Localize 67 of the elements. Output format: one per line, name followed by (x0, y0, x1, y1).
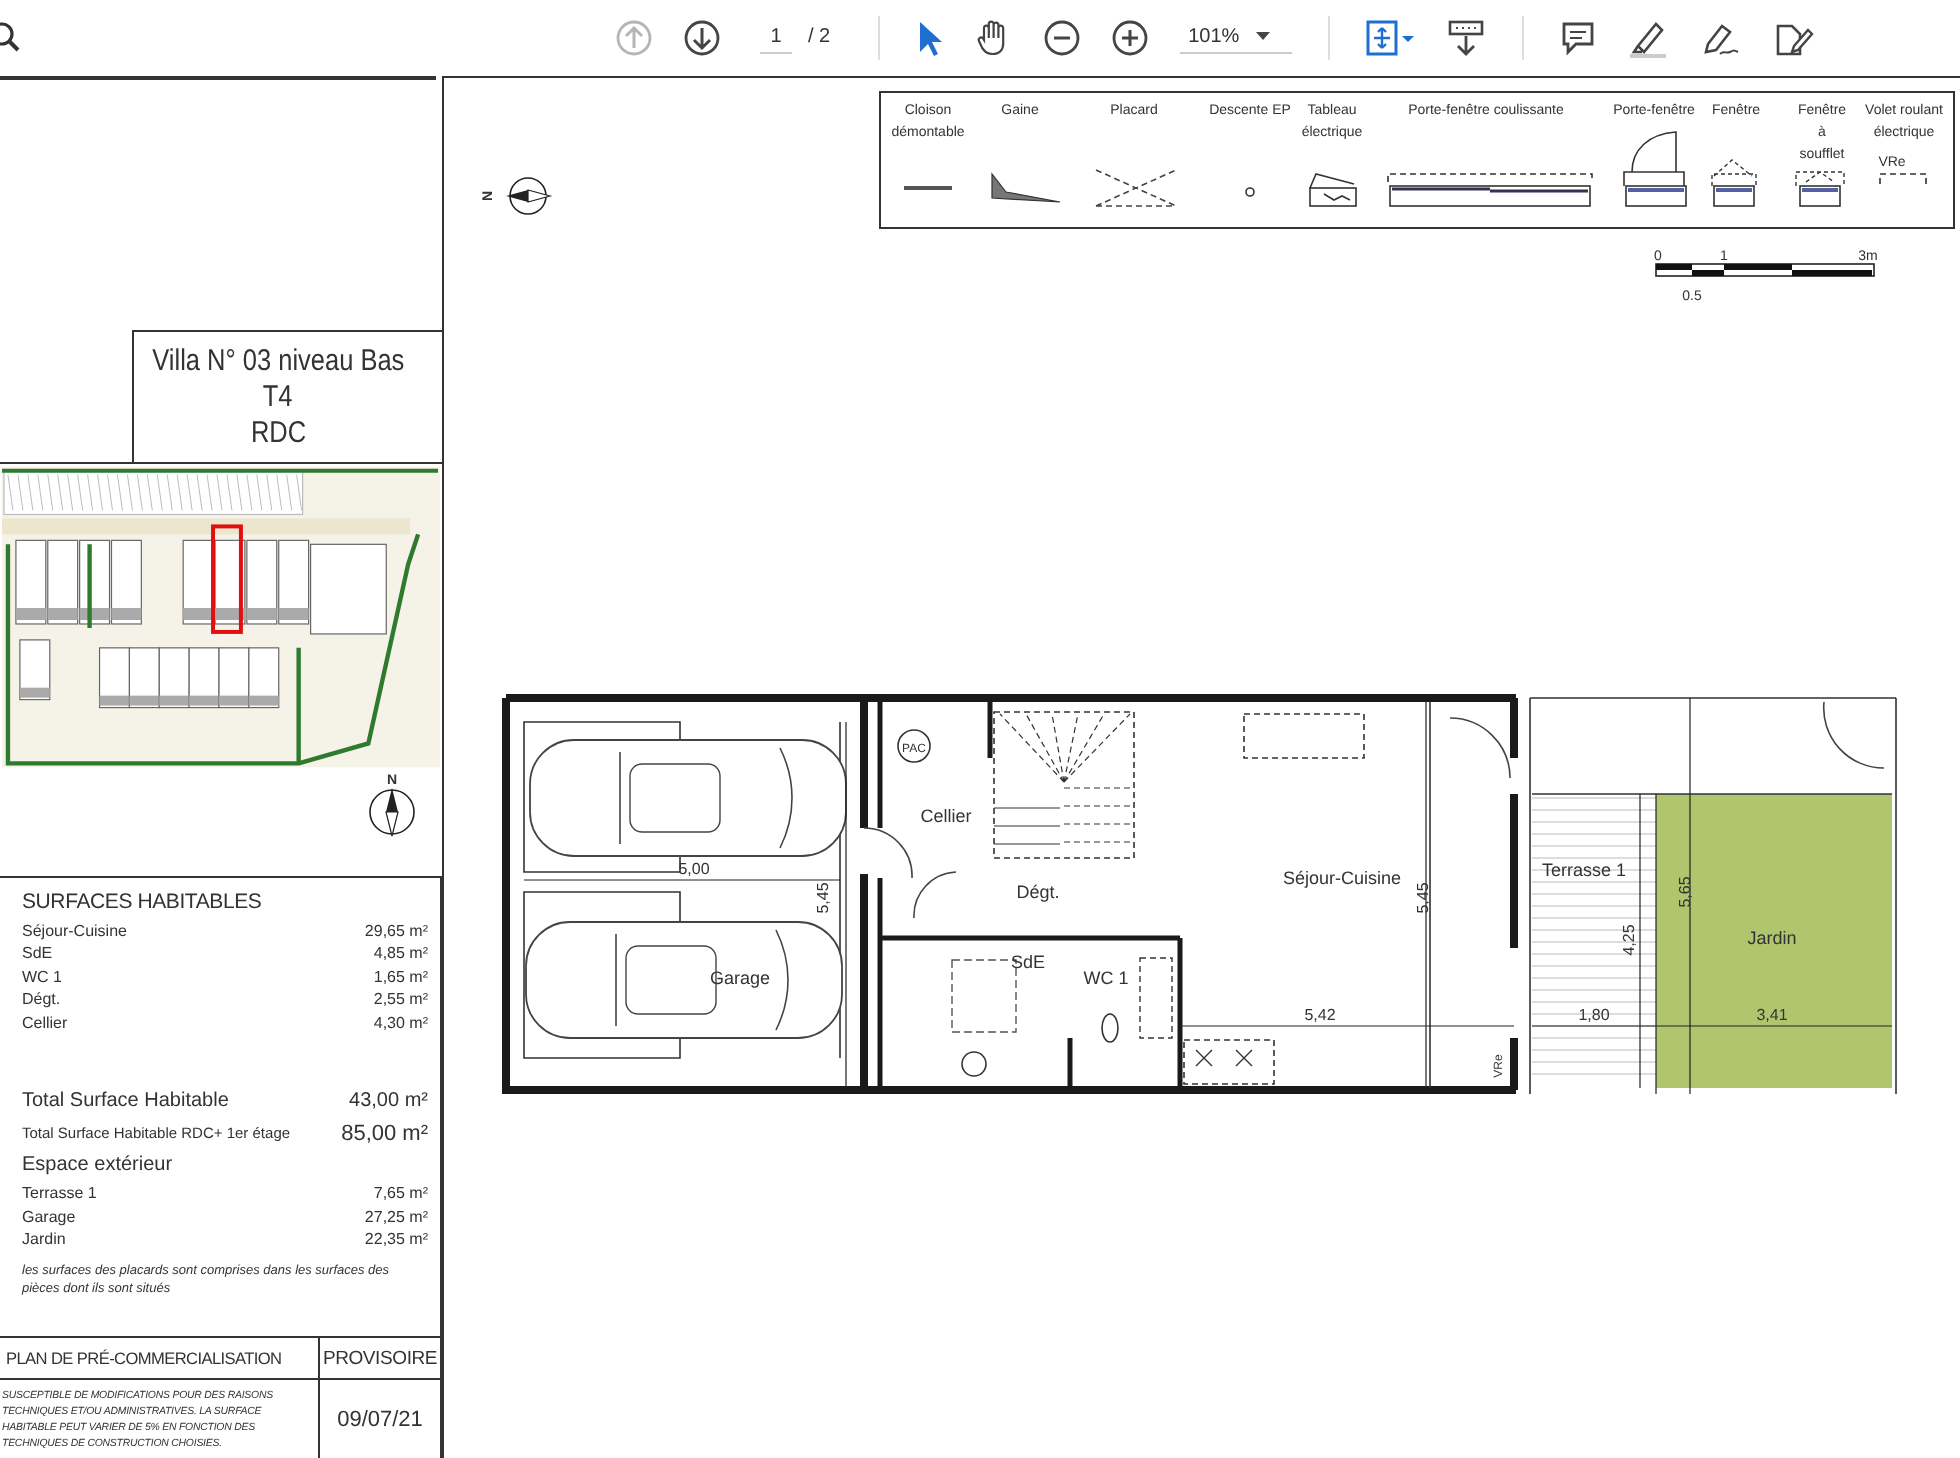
room-label: Séjour-Cuisine (1282, 868, 1402, 888)
area-value: 43,00 m² (349, 1088, 428, 1117)
area-label: Terrasse 1 (22, 1182, 97, 1206)
zoom-in-icon[interactable] (1110, 17, 1151, 57)
dimension-label: 5,45 (814, 882, 832, 914)
room-label: Cellier (920, 806, 972, 826)
electrical-panel-symbol (1309, 173, 1357, 207)
dimension-label: 1,80 (1578, 1006, 1610, 1024)
area-value: 2,55 m² (373, 988, 428, 1012)
dimension-label: 3,41 (1756, 1006, 1788, 1024)
page-count: / 2 (808, 26, 831, 48)
dimension-label: 4,25 (1620, 924, 1638, 956)
plan-title: RDC (250, 415, 306, 452)
zoom-out-icon[interactable] (1042, 17, 1083, 57)
area-value: 4,85 m² (373, 942, 428, 966)
area-value: 1,65 m² (373, 965, 428, 989)
area-label: Cellier (22, 1011, 68, 1035)
pointer-icon[interactable] (914, 17, 947, 57)
dimension-label: 5,00 (678, 860, 710, 878)
area-label: SdE (22, 942, 53, 966)
area-label: WC 1 (22, 965, 62, 989)
room-label: Dégt. (1016, 882, 1060, 902)
duct-symbol (991, 172, 1061, 203)
compass-icon (369, 788, 415, 837)
area-value: 22,35 m² (364, 1228, 428, 1252)
scroll-mode-icon[interactable] (1444, 17, 1489, 57)
area-label: Garage (22, 1205, 76, 1229)
dining-table-drawing (1243, 713, 1365, 759)
area-label: Jardin (22, 1228, 66, 1252)
table-heading: SURFACES HABITABLES (22, 889, 264, 914)
date-label: 09/07/21 (335, 1405, 425, 1435)
heat-pump-symbol (897, 729, 931, 763)
area-value: 27,25 m² (364, 1205, 428, 1229)
window-symbol (1711, 159, 1757, 207)
shutter-symbol (1879, 173, 1927, 185)
dimension-label: 5,42 (1304, 1006, 1336, 1024)
area-label: Total Surface Habitable (22, 1088, 229, 1117)
area-value: 85,00 m² (341, 1120, 428, 1151)
downpipe-symbol (1245, 187, 1255, 197)
next-page-button[interactable] (682, 17, 722, 57)
room-label: Jardin (1747, 928, 1797, 948)
status-label: PROVISOIRE (320, 1338, 440, 1380)
area-label: Dégt. (22, 988, 61, 1012)
cupboard-symbol (1095, 169, 1177, 207)
compass-icon (506, 177, 553, 215)
fit-page-icon[interactable] (1364, 17, 1417, 57)
room-label: SdE (1011, 952, 1045, 972)
plan-stage-label: PLAN DE PRÉ-COMMERCIALISATION (0, 1338, 320, 1380)
room-label: Terrasse 1 (1541, 860, 1627, 880)
dimension-label: 5,65 (1676, 876, 1694, 908)
room-label: WC 1 (1083, 968, 1129, 988)
area-value: 7,65 m² (373, 1182, 428, 1206)
french-door-symbol (1623, 131, 1687, 207)
search-icon[interactable] (0, 21, 22, 53)
plan-title: Villa N° 03 niveau Bas (151, 343, 405, 380)
dimension-label: 5,45 (1414, 882, 1432, 914)
kitchen-counter-drawing (1183, 1039, 1275, 1085)
table-heading: Espace extérieur (22, 1154, 175, 1177)
caret-icon (1255, 32, 1270, 40)
comment-icon[interactable] (1558, 17, 1599, 57)
area-label: Séjour-Cuisine (22, 919, 127, 943)
plan-title: T4 (263, 379, 293, 416)
area-value: 29,65 m² (364, 919, 428, 943)
zoom-dropdown[interactable]: 101% (1180, 21, 1293, 53)
hopper-window-symbol (1795, 171, 1845, 207)
highlighter-icon[interactable] (1626, 17, 1671, 57)
area-value: 4,30 m² (373, 1011, 428, 1035)
